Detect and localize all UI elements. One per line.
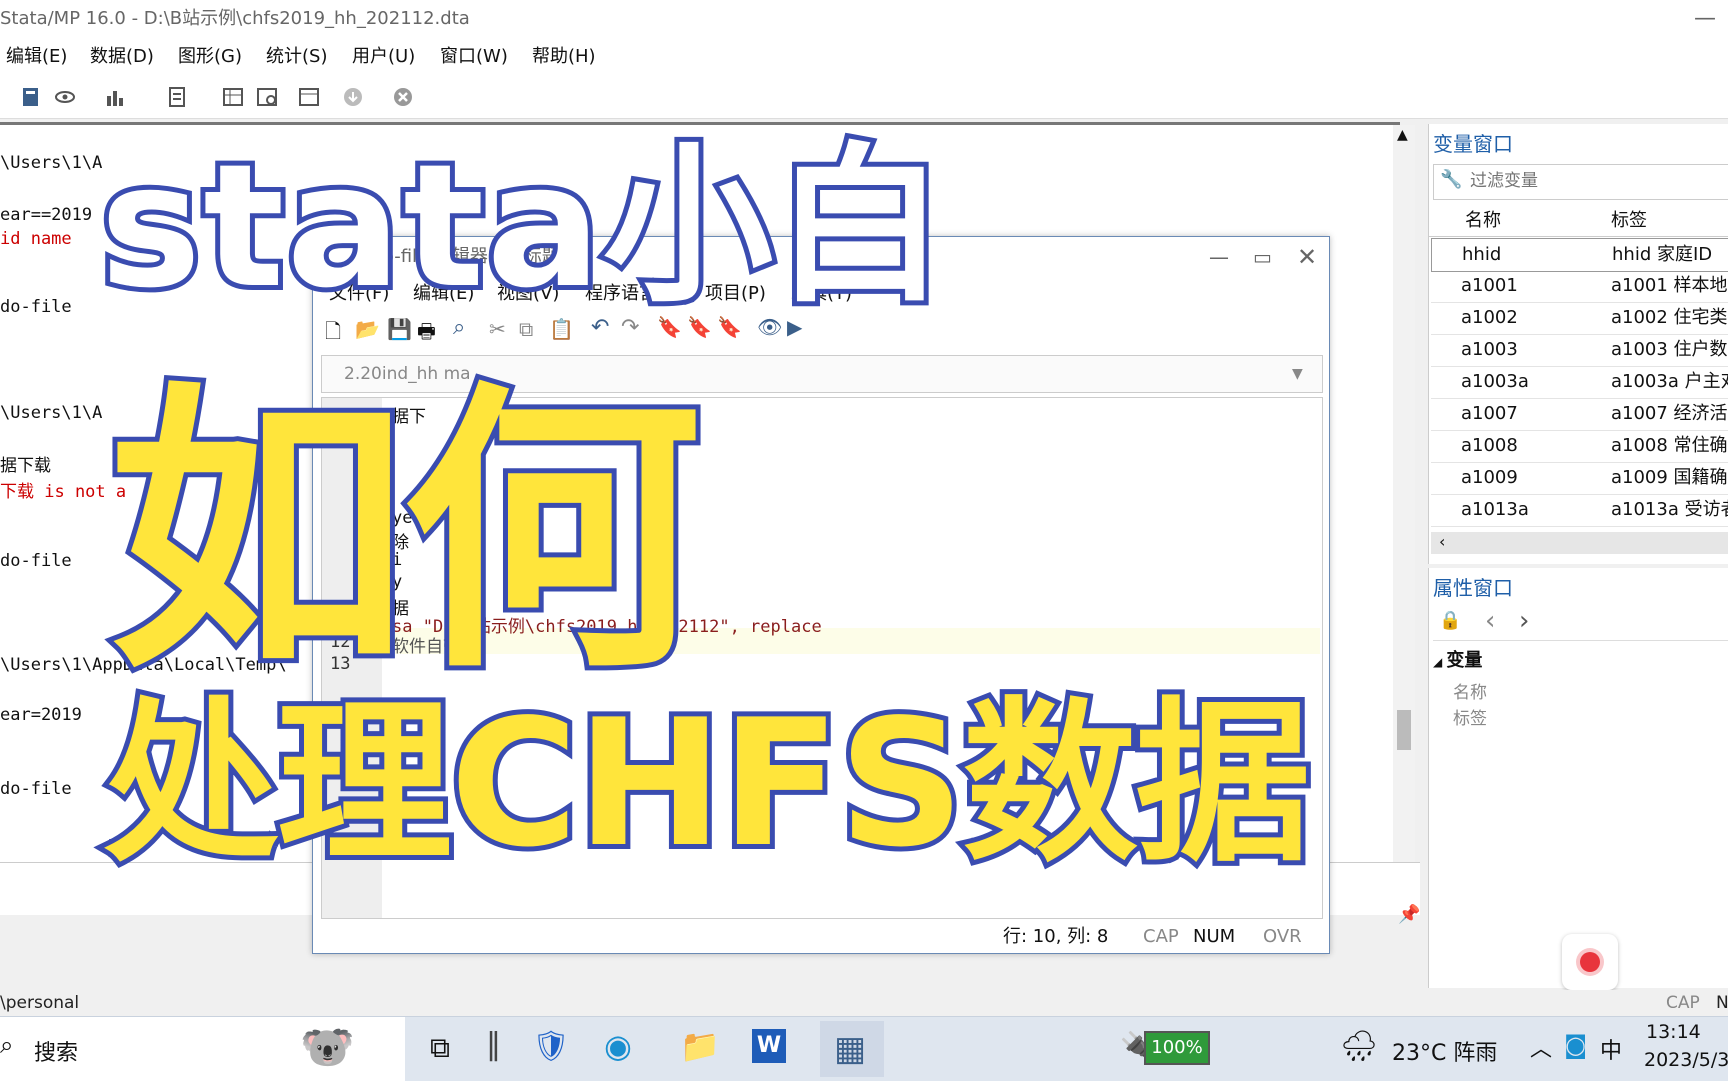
clock-date[interactable]: 2023/5/3 [1644,1049,1728,1071]
stata-taskbar-button[interactable]: ▦ [820,1021,884,1077]
results-line: do-file [0,779,72,799]
scroll-thumb[interactable] [1397,710,1411,750]
filter-variables-input[interactable] [1468,167,1722,195]
num-indicator: NUM [1193,926,1236,947]
tray-app-icon[interactable]: ◙ [1564,1031,1587,1059]
results-line: do-file [0,551,72,571]
property-label-field: 标签 [1453,709,1487,729]
word-icon[interactable]: W [752,1029,786,1063]
record-icon [1580,952,1600,972]
menu-statistics[interactable]: 统计(S) [266,38,327,76]
results-line: \Users\1\A [0,403,103,423]
menu-window[interactable]: 窗口(W) [440,38,508,76]
variables-window: 变量窗口 🔧 名称 标签 hhidhhid 家庭ID a1001a1001 样本… [1428,124,1728,564]
variables-hscrollbar[interactable]: ‹ [1431,532,1728,554]
taskbar-search-box[interactable]: ⌕ 搜索 🐨 [0,1017,405,1081]
cap-indicator: CAP [1666,993,1700,1013]
divider-icon: ‖ [486,1027,501,1062]
col-name-header[interactable]: 名称 [1465,206,1501,236]
wrench-icon[interactable]: 🔧 [1440,169,1462,190]
next-icon[interactable]: › [1519,606,1529,636]
variable-row[interactable]: a1009a1009 国籍确认 [1431,462,1728,495]
file-explorer-icon[interactable]: 📁 [680,1027,720,1065]
results-line: ear=2019 [0,705,82,725]
ime-indicator[interactable]: 中 [1600,1033,1622,1065]
main-status-bar: \personal CAP N [0,990,1728,1016]
results-scrollbar[interactable]: ▲ [1393,125,1415,865]
variable-row[interactable]: a1002a1002 住宅类型 [1431,302,1728,335]
results-line: 据下载 [0,456,51,476]
taskbar-search-label: 搜索 [34,1041,79,1066]
stata-icon: ▦ [834,1029,867,1069]
dofile-status-bar: 行: 10, 列: 8 CAP NUM OVR [313,921,1329,953]
collapse-icon[interactable]: ◢ [1433,655,1446,669]
col-label-header[interactable]: 标签 [1611,206,1647,236]
variable-row[interactable]: a1013a a1013a 受访者 [1431,494,1728,527]
results-line: do-file [0,297,72,317]
menu-help[interactable]: 帮助(H) [532,38,596,76]
weather-icon[interactable]: 🌧 [1340,1029,1378,1064]
clock-time[interactable]: 13:14 [1646,1021,1701,1043]
security-shield-icon[interactable]: 🛡 [532,1029,570,1064]
scroll-up-icon[interactable]: ▲ [1397,127,1408,143]
menu-edit[interactable]: 编辑(E) [6,38,67,76]
main-title-bar: Stata/MP 16.0 - D:\B站示例\chfs2019_hh_2021… [0,0,1728,38]
variables-header: 名称 标签 [1429,206,1728,237]
chevron-up-icon[interactable]: ︿ [1530,1031,1552,1063]
results-line: ear==2019 [0,205,93,225]
properties-title: 属性窗口 [1433,576,1513,600]
properties-window: 属性窗口 🔒 ‹ › ◢ 变量 名称 标签 [1428,568,1728,988]
variable-row[interactable]: a1003a a1003a 户主对 [1431,366,1728,399]
properties-section[interactable]: ◢ 变量 [1433,646,1482,672]
battery-indicator[interactable]: 100% [1144,1031,1210,1065]
menu-user[interactable]: 用户(U) [352,38,415,76]
main-menu-bar: 编辑(E) 数据(D) 图形(G) 统计(S) 用户(U) 窗口(W) 帮助(H… [0,38,1728,76]
koala-icon: 🐨 [300,1022,355,1073]
scroll-left-icon[interactable]: ‹ [1439,532,1445,551]
maximize-icon[interactable]: ▭ [1253,237,1272,277]
chevron-down-icon[interactable]: ▼ [1292,356,1303,392]
section-label: 变量 [1446,650,1483,671]
minimize-icon[interactable]: — [1694,0,1716,38]
pin-icon[interactable]: 📌 [1398,904,1420,925]
menu-data[interactable]: 数据(D) [90,38,154,76]
cap-indicator: CAP [1143,926,1179,947]
variable-row[interactable]: a1007a1007 经济活动 [1431,398,1728,431]
lock-icon[interactable]: 🔒 [1439,610,1461,631]
edge-browser-icon[interactable]: ◉ [604,1027,632,1065]
num-indicator: N [1716,993,1728,1013]
results-error-line: id name [0,229,72,249]
cursor-position: 行: 10, 列: 8 [1003,926,1109,947]
results-line: \Users\1\A [0,153,103,173]
record-button[interactable] [1562,934,1618,990]
close-icon[interactable]: ✕ [1297,237,1317,277]
variable-row[interactable]: a1008a1008 常住确认 [1431,430,1728,463]
working-directory: \personal [0,993,80,1013]
ovr-indicator: OVR [1263,926,1302,947]
variable-row[interactable]: hhid hhid 家庭ID [1431,238,1728,272]
search-icon: ⌕ [0,1031,14,1059]
properties-toolbar: 🔒 ‹ › [1433,606,1728,641]
minimize-icon[interactable]: — [1209,237,1229,277]
variable-row[interactable]: a1001a1001 样本地址 [1431,270,1728,303]
weather-text[interactable]: 23°C 阵雨 [1392,1035,1497,1067]
viewer-eye-icon[interactable] [54,86,76,108]
overlay-title-line3: 处理CHFS数据 [99,678,1315,891]
filter-box: 🔧 [1433,164,1728,200]
variable-row[interactable]: a1003a1003 住户数量 [1431,334,1728,367]
property-name-field: 名称 [1453,683,1487,703]
variables-title: 变量窗口 [1433,132,1513,156]
main-window-title: Stata/MP 16.0 - D:\B站示例\chfs2019_hh_2021… [0,8,470,29]
prev-icon[interactable]: ‹ [1485,606,1495,636]
menu-graphics[interactable]: 图形(G) [178,38,242,76]
log-icon[interactable] [20,86,42,108]
task-view-icon[interactable]: ⧉ [430,1031,450,1065]
windows-taskbar: ⌕ 搜索 🐨 ⧉ ‖ 🛡 ◉ 📁 W ▦ 🔌 100% 🌧 23°C 阵雨 ︿ … [0,1016,1728,1081]
